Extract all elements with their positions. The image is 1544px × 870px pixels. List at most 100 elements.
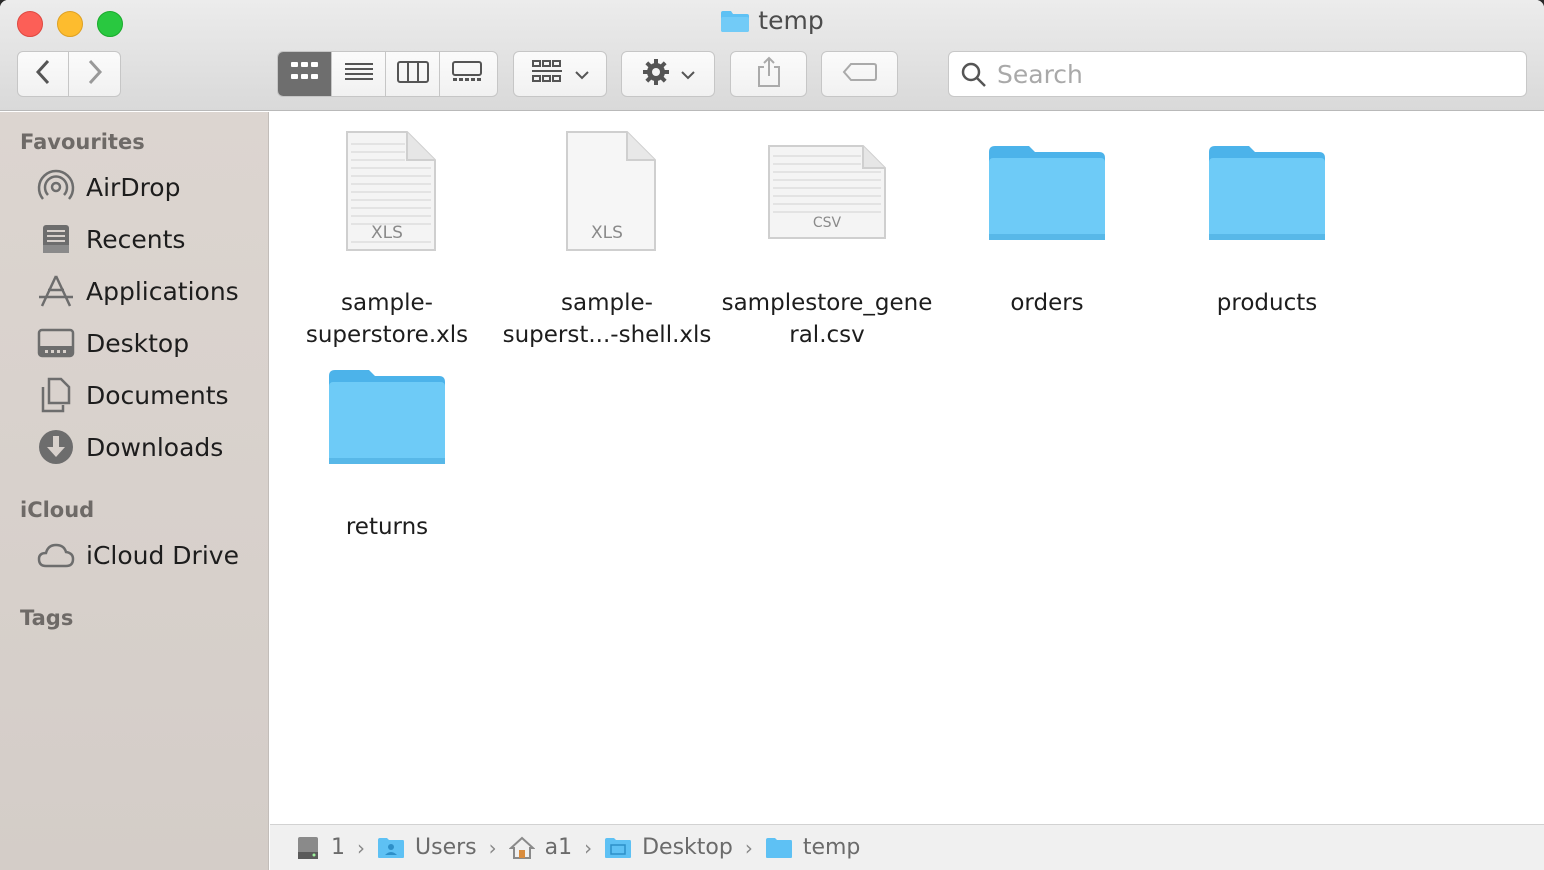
gallery-view-button[interactable] [440, 52, 494, 96]
tags-button[interactable] [821, 51, 898, 97]
sidebar-item-label: Downloads [86, 432, 224, 462]
path-bar: 1 › Users › a1 › Desktop › temp [270, 824, 1544, 870]
icon-view-icon [290, 61, 320, 87]
folder-item[interactable]: orders [937, 130, 1157, 350]
list-view-icon [344, 61, 374, 87]
file-name-line1: samplestore_gene [721, 290, 933, 316]
file-name-line1: sample- [561, 290, 653, 316]
icon-view-button[interactable] [278, 52, 332, 96]
path-item-users[interactable]: Users [377, 835, 477, 860]
sidebar-item-downloads[interactable]: Downloads [36, 426, 223, 468]
forward-button[interactable] [68, 51, 121, 97]
path-label: Users [415, 835, 477, 860]
sidebar-item-applications[interactable]: Applications [36, 270, 239, 312]
window-title-text: temp [758, 6, 824, 35]
path-separator: › [357, 835, 365, 860]
tag-icon [842, 62, 878, 86]
finder-window: temp Search Favourites AirDrop Recents A… [0, 0, 1544, 870]
gallery-view-icon [451, 61, 483, 87]
share-icon [756, 56, 782, 92]
airdrop-icon [36, 167, 76, 207]
applications-icon [36, 271, 76, 311]
file-name: samplestore_gene ral.csv [717, 287, 937, 351]
folder-icon [720, 9, 750, 39]
desktop-folder-icon [604, 837, 632, 859]
folder-name: products [1216, 290, 1318, 316]
column-view-icon [396, 61, 429, 87]
folder-icon [765, 837, 793, 859]
sidebar: Favourites AirDrop Recents Applications … [0, 112, 269, 870]
folder-icon [987, 130, 1107, 260]
file-name-line2: ral.csv [789, 322, 865, 348]
column-view-button[interactable] [386, 52, 440, 96]
chevron-right-icon [86, 59, 104, 89]
group-icon [531, 59, 563, 89]
folder-name: orders [1010, 290, 1084, 316]
sidebar-item-label: iCloud Drive [86, 540, 239, 570]
path-separator: › [744, 835, 753, 860]
search-icon [961, 62, 987, 92]
hard-disk-icon [295, 835, 321, 861]
chevron-left-icon [34, 59, 52, 89]
folder-name: returns [345, 514, 429, 540]
group-by-button[interactable] [513, 51, 607, 97]
window-title: temp [0, 6, 1544, 39]
path-item-desktop[interactable]: Desktop [604, 835, 733, 860]
icloud-icon [36, 535, 76, 575]
documents-icon [36, 375, 76, 415]
file-type-badge: XLS [591, 223, 623, 243]
sidebar-item-label: Documents [86, 380, 229, 410]
file-grid: XLS sample- superstore.xls XLS sample- s… [270, 112, 1544, 824]
csv-document-icon [767, 130, 887, 260]
folder-icon [1207, 130, 1327, 260]
file-type-badge: XLS [371, 223, 403, 243]
path-item-home[interactable]: a1 [508, 835, 573, 860]
path-label: a1 [544, 835, 573, 860]
file-item[interactable]: CSV samplestore_gene ral.csv [717, 130, 937, 350]
users-folder-icon [377, 837, 405, 859]
path-label: temp [802, 835, 861, 860]
sidebar-item-desktop[interactable]: Desktop [36, 322, 189, 364]
toolbar: temp Search [0, 0, 1544, 111]
sidebar-item-airdrop[interactable]: AirDrop [36, 166, 180, 208]
path-label: 1 [331, 835, 345, 860]
file-name: sample- superstore.xls [277, 287, 497, 351]
sidebar-item-documents[interactable]: Documents [36, 374, 229, 416]
sidebar-item-label: Recents [86, 224, 186, 254]
folder-item[interactable]: products [1157, 130, 1377, 350]
path-item-temp[interactable]: temp [765, 835, 861, 860]
home-icon [508, 836, 535, 860]
path-separator: › [488, 835, 497, 860]
file-name-line2: superstore.xls [305, 322, 469, 348]
file-name-line1: sample- [341, 290, 433, 316]
desktop-icon [36, 323, 76, 363]
recents-icon [36, 219, 76, 259]
list-view-button[interactable] [332, 52, 386, 96]
search-field[interactable]: Search [948, 51, 1527, 97]
sidebar-item-label: AirDrop [86, 172, 181, 202]
sidebar-item-recents[interactable]: Recents [36, 218, 185, 260]
chevron-down-icon [575, 65, 589, 84]
downloads-icon [36, 427, 76, 467]
action-button[interactable] [621, 51, 715, 97]
sidebar-heading-favourites: Favourites [20, 130, 145, 154]
share-button[interactable] [730, 51, 807, 97]
file-type-badge: CSV [812, 215, 842, 231]
file-name: sample- superst...-shell.xls [497, 287, 717, 351]
path-separator: › [584, 835, 593, 860]
folder-item[interactable]: returns [277, 354, 497, 540]
sidebar-item-label: Applications [86, 276, 239, 306]
search-placeholder: Search [997, 60, 1083, 89]
file-item[interactable]: XLS sample- superstore.xls [277, 130, 497, 350]
path-label: Desktop [642, 835, 733, 860]
file-item[interactable]: XLS sample- superst...-shell.xls [497, 130, 717, 350]
sidebar-heading-tags: Tags [20, 606, 74, 630]
back-button[interactable] [17, 51, 69, 97]
sidebar-heading-icloud: iCloud [20, 498, 95, 522]
chevron-down-icon [681, 65, 695, 84]
folder-icon [327, 354, 447, 484]
sidebar-item-label: Desktop [86, 328, 190, 358]
sidebar-item-icloud-drive[interactable]: iCloud Drive [36, 534, 239, 576]
path-item-disk[interactable]: 1 [295, 835, 345, 861]
file-name-line2: superst...-shell.xls [502, 322, 712, 348]
